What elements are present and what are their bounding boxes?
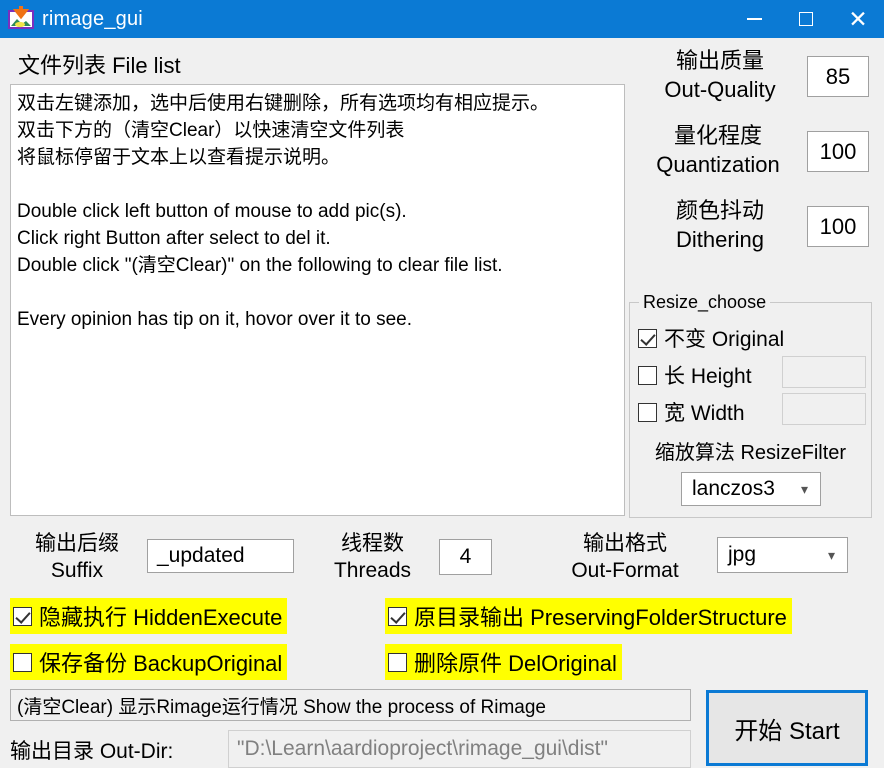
minimize-icon: [746, 18, 762, 20]
checkbox-width[interactable]: 宽 Width: [638, 397, 745, 427]
checkbox-backup-original-box[interactable]: [13, 652, 32, 672]
resize-filter-value: lanczos3: [692, 477, 775, 500]
chevron-down-icon: ▾: [800, 480, 808, 497]
picture-download-icon: [8, 6, 34, 32]
checkbox-original[interactable]: 不变 Original: [638, 323, 784, 353]
out-format-select[interactable]: jpg ▾: [717, 537, 848, 573]
dithering-label: 颜色抖动 Dithering: [675, 198, 765, 252]
out-format-label: 输出格式 Out-Format: [571, 532, 679, 582]
checkbox-height[interactable]: 长 Height: [638, 360, 752, 390]
suffix-input[interactable]: _updated: [147, 539, 294, 573]
minimize-button[interactable]: [728, 0, 780, 38]
out-dir-label: 输出目录 Out-Dir:: [10, 740, 174, 763]
checkbox-del-original[interactable]: 删除原件 DelOriginal: [385, 644, 622, 680]
maximize-button[interactable]: [780, 0, 832, 38]
checkbox-backup-original-label: 保存备份 BackupOriginal: [39, 651, 283, 676]
checkbox-height-box[interactable]: [638, 365, 657, 385]
checkbox-original-box[interactable]: [638, 328, 657, 348]
quantization-input[interactable]: 100: [807, 131, 869, 172]
width-input[interactable]: [782, 393, 866, 425]
maximize-icon: [799, 12, 813, 26]
checkbox-preserving-folder-structure[interactable]: 原目录输出 PreservingFolderStructure: [385, 598, 792, 634]
checkbox-width-box[interactable]: [638, 402, 657, 422]
checkbox-hidden-execute[interactable]: 隐藏执行 HiddenExecute: [10, 598, 288, 634]
out-quality-label: 输出质量 Out-Quality: [664, 48, 776, 102]
out-dir-input[interactable]: "D:\Learn\aardioproject\rimage_gui\dist": [228, 730, 691, 768]
chevron-down-icon: ▾: [827, 546, 835, 563]
suffix-label: 输出后缀 Suffix: [35, 532, 119, 582]
checkbox-hidden-execute-box[interactable]: [13, 606, 32, 626]
out-quality-input[interactable]: 85: [807, 56, 869, 97]
client-area: 文件列表 File list 双击左键添加，选中后使用右键删除，所有选项均有相应…: [0, 38, 884, 768]
quantization-label: 量化程度 Quantization: [656, 123, 780, 177]
window-controls: ✕: [728, 0, 884, 38]
checkbox-del-original-label: 删除原件 DelOriginal: [414, 651, 617, 676]
threads-input[interactable]: 4: [439, 539, 492, 575]
file-list-content: 双击左键添加，选中后使用右键删除，所有选项均有相应提示。 双击下方的（清空Cle…: [17, 93, 550, 330]
dithering-input[interactable]: 100: [807, 206, 869, 247]
height-input[interactable]: [782, 356, 866, 388]
checkbox-preserving-folder-structure-box[interactable]: [388, 606, 407, 626]
resize-choose-legend: Resize_choose: [639, 292, 771, 313]
resize-filter-label: 缩放算法 ResizeFilter: [654, 442, 847, 464]
checkbox-hidden-execute-label: 隐藏执行 HiddenExecute: [39, 605, 283, 630]
status-bar[interactable]: (清空Clear) 显示Rimage运行情况 Show the process …: [10, 689, 691, 721]
out-format-value: jpg: [728, 543, 757, 566]
start-button[interactable]: 开始 Start: [706, 690, 868, 766]
checkbox-del-original-box[interactable]: [388, 652, 407, 672]
checkbox-preserving-folder-structure-label: 原目录输出 PreservingFolderStructure: [414, 605, 787, 630]
checkbox-width-label: 宽 Width: [664, 402, 745, 425]
file-list-title: 文件列表 File list: [18, 53, 181, 78]
checkbox-backup-original[interactable]: 保存备份 BackupOriginal: [10, 644, 288, 680]
threads-label: 线程数 Threads: [333, 532, 412, 582]
window-title: rimage_gui: [42, 7, 143, 30]
checkbox-original-label: 不变 Original: [664, 328, 785, 351]
close-button[interactable]: ✕: [832, 0, 884, 38]
resize-filter-select[interactable]: lanczos3 ▾: [681, 472, 821, 506]
checkbox-height-label: 长 Height: [664, 365, 752, 388]
file-list-box[interactable]: 双击左键添加，选中后使用右键删除，所有选项均有相应提示。 双击下方的（清空Cle…: [10, 84, 625, 516]
close-icon: ✕: [848, 5, 868, 32]
window-titlebar[interactable]: rimage_gui ✕: [0, 0, 884, 38]
